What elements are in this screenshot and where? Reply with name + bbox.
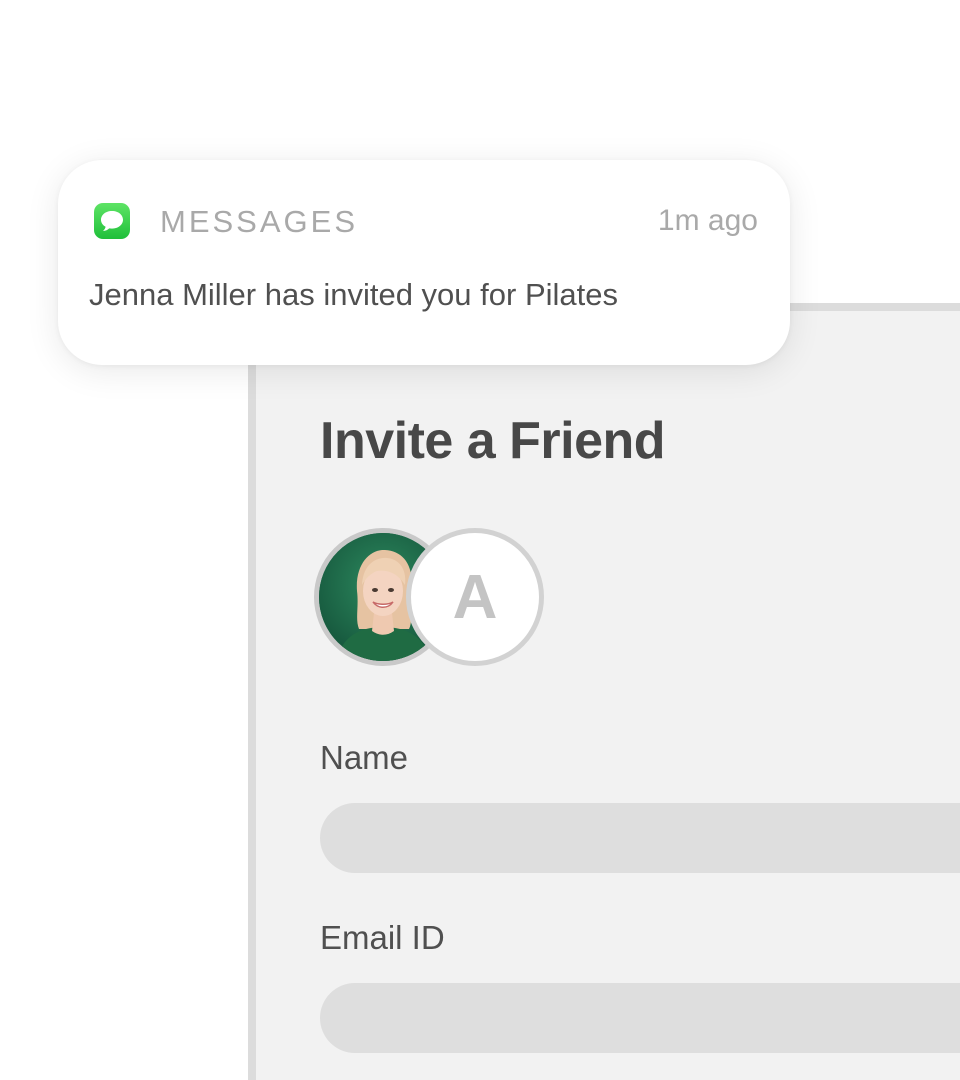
invite-friend-card: Invite a Friend A Name Email ID: [248, 303, 960, 1080]
email-input[interactable]: [320, 983, 960, 1053]
messages-notification[interactable]: MESSAGES 1m ago Jenna Miller has invited…: [58, 160, 790, 365]
notification-app-name: MESSAGES: [160, 204, 358, 239]
avatar-group: A: [314, 528, 554, 678]
avatar-initial-letter: A: [452, 562, 498, 632]
email-field-label: Email ID: [320, 919, 445, 956]
name-input[interactable]: [320, 803, 960, 873]
screen: Invite a Friend A Name Email ID MESSAGES…: [0, 0, 960, 1080]
name-field-label: Name: [320, 739, 409, 776]
avatar-initial[interactable]: A: [406, 528, 544, 666]
messages-icon: [94, 203, 130, 239]
notification-timestamp: 1m ago: [657, 204, 758, 237]
notification-message: Jenna Miller has invited you for Pilates: [89, 277, 618, 312]
page-title: Invite a Friend: [320, 412, 666, 470]
